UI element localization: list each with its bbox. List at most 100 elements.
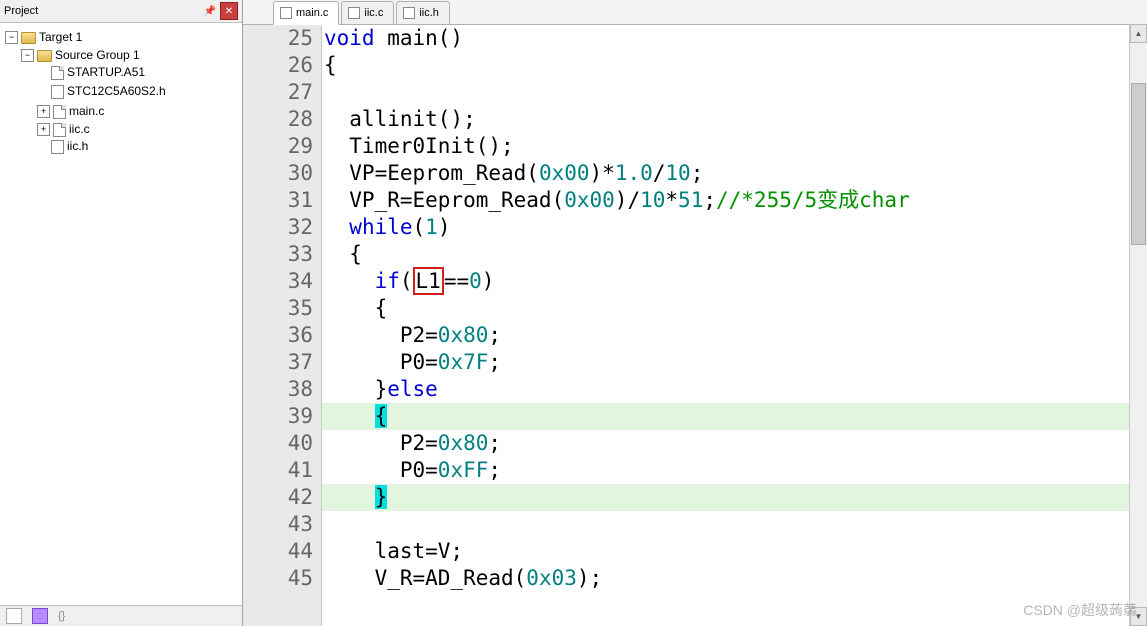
line-number: 31	[243, 187, 313, 214]
bottom-toolbar: {}	[0, 605, 242, 626]
file-icon	[403, 7, 415, 19]
code-line: VP=Eeprom_Read(0x00)*1.0/10;	[322, 160, 1147, 187]
file-icon	[348, 7, 360, 19]
expand-icon[interactable]: +	[37, 123, 50, 136]
tree-root[interactable]: − Target 1	[5, 29, 82, 46]
line-number: 42	[243, 484, 313, 511]
expand-icon[interactable]: −	[5, 31, 18, 44]
code-line: {	[322, 295, 1147, 322]
file-icon	[51, 140, 64, 154]
brace-highlight: }	[375, 485, 388, 509]
tree-label: iic.c	[69, 121, 90, 138]
pin-icon[interactable]: 📌	[202, 3, 218, 19]
toolbar-icon[interactable]	[6, 608, 22, 624]
line-number: 28	[243, 106, 313, 133]
tab-iic-c[interactable]: iic.c	[341, 1, 394, 24]
line-number: 32	[243, 214, 313, 241]
line-number: 39	[243, 403, 313, 430]
line-number: 41	[243, 457, 313, 484]
line-number: 40	[243, 430, 313, 457]
code-line: P2=0x80;	[322, 430, 1147, 457]
code-line: void main()	[322, 25, 1147, 52]
tree-label: Target 1	[39, 29, 82, 46]
tab-bar: main.c iic.c iic.h	[243, 0, 1147, 25]
spacer	[37, 86, 48, 97]
code-line: {	[322, 403, 1147, 430]
line-number: 35	[243, 295, 313, 322]
panel-header: Project 📌 ✕	[0, 0, 242, 23]
vertical-scrollbar[interactable]: ▲ ▼	[1129, 24, 1147, 626]
brace-highlight: {	[375, 404, 388, 428]
code-line: last=V;	[322, 538, 1147, 565]
tree-label: Source Group 1	[55, 47, 140, 64]
tree-file[interactable]: STARTUP.A51	[37, 64, 145, 81]
toolbar-text: {}	[58, 610, 65, 622]
tree-label: STARTUP.A51	[67, 64, 145, 81]
code-line: allinit();	[322, 106, 1147, 133]
tab-label: main.c	[296, 7, 328, 19]
code-line: while(1)	[322, 214, 1147, 241]
line-number: 36	[243, 322, 313, 349]
code-body[interactable]: void main() { allinit(); Timer0Init(); V…	[322, 25, 1147, 626]
tab-label: iic.h	[419, 7, 439, 19]
tree-file[interactable]: + main.c	[37, 103, 104, 120]
close-icon[interactable]: ✕	[220, 2, 238, 20]
spacer	[37, 67, 48, 78]
tab-label: iic.c	[364, 7, 383, 19]
editor-area: main.c iic.c iic.h 252627282930313233343…	[243, 0, 1147, 626]
tree-group[interactable]: − Source Group 1	[21, 47, 140, 64]
file-icon	[280, 7, 292, 19]
scroll-thumb[interactable]	[1131, 83, 1146, 245]
code-line: P2=0x80;	[322, 322, 1147, 349]
tree-label: main.c	[69, 103, 104, 120]
tree-label: iic.h	[67, 138, 88, 155]
file-icon	[53, 105, 66, 119]
file-icon	[53, 123, 66, 137]
code-line	[322, 79, 1147, 106]
line-number: 33	[243, 241, 313, 268]
code-editor[interactable]: 2526272829303132333435363738394041424344…	[243, 25, 1147, 626]
line-number: 30	[243, 160, 313, 187]
line-number: 27	[243, 79, 313, 106]
code-line: }else	[322, 376, 1147, 403]
line-number: 29	[243, 133, 313, 160]
scroll-up-button[interactable]: ▲	[1130, 24, 1147, 43]
panel-title: Project	[4, 5, 200, 17]
code-line: if(L1==0)	[322, 268, 1147, 295]
code-line: V_R=AD_Read(0x03);	[322, 565, 1147, 592]
code-line	[322, 511, 1147, 538]
line-number: 34	[243, 268, 313, 295]
code-line: P0=0xFF;	[322, 457, 1147, 484]
file-icon	[51, 85, 64, 99]
tab-iic-h[interactable]: iic.h	[396, 1, 450, 24]
tab-main-c[interactable]: main.c	[273, 1, 339, 25]
code-line: VP_R=Eeprom_Read(0x00)/10*51;//*255/5变成c…	[322, 187, 1147, 214]
scroll-track[interactable]	[1130, 43, 1147, 607]
code-line: {	[322, 52, 1147, 79]
line-number: 26	[243, 52, 313, 79]
highlight-box: L1	[413, 267, 444, 295]
line-number: 38	[243, 376, 313, 403]
file-icon	[51, 66, 64, 80]
tree-file[interactable]: + iic.c	[37, 121, 90, 138]
code-line: P0=0x7F;	[322, 349, 1147, 376]
line-gutter: 2526272829303132333435363738394041424344…	[243, 25, 322, 626]
line-number: 25	[243, 25, 313, 52]
folder-icon	[21, 32, 36, 44]
tree-file[interactable]: STC12C5A60S2.h	[37, 83, 166, 100]
line-number: 37	[243, 349, 313, 376]
folder-icon	[37, 50, 52, 62]
project-panel: Project 📌 ✕ − Target 1 −	[0, 0, 243, 626]
scroll-down-button[interactable]: ▼	[1130, 607, 1147, 626]
toolbar-icon[interactable]	[32, 608, 48, 624]
line-number: 45	[243, 565, 313, 592]
spacer	[37, 141, 48, 152]
expand-icon[interactable]: −	[21, 49, 34, 62]
line-number: 43	[243, 511, 313, 538]
expand-icon[interactable]: +	[37, 105, 50, 118]
project-tree[interactable]: − Target 1 − Source Group 1 ST	[0, 23, 242, 605]
code-line: }	[322, 484, 1147, 511]
code-line: {	[322, 241, 1147, 268]
tree-file[interactable]: iic.h	[37, 138, 88, 155]
line-number: 44	[243, 538, 313, 565]
